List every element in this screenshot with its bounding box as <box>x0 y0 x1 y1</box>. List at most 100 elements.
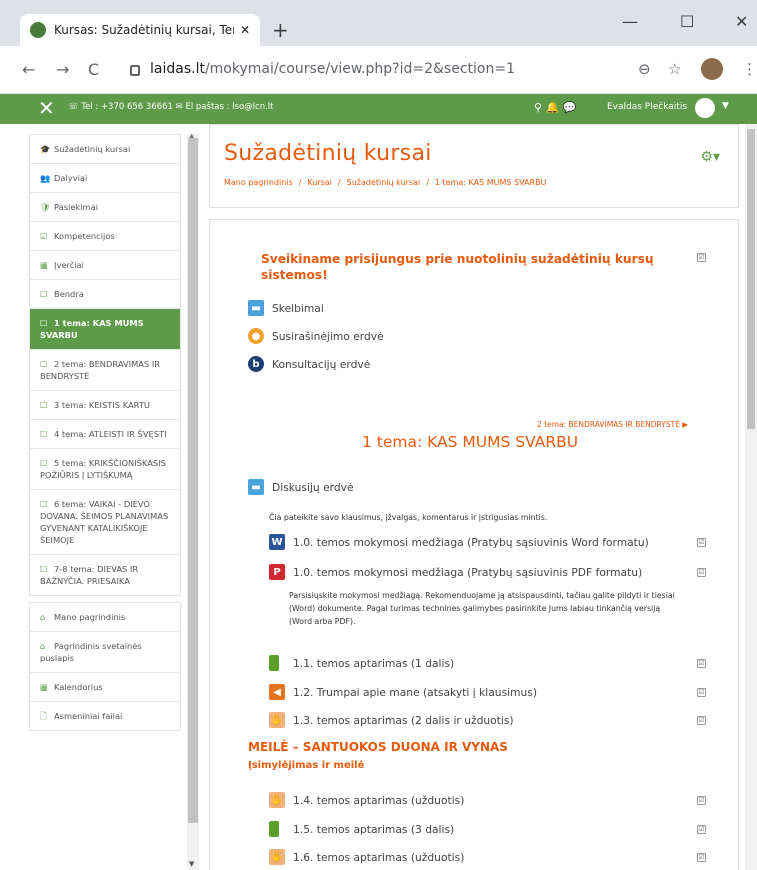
activity-material-pdf[interactable]: P 1.0. temos mokymosi medžiaga (Pratybų s… <box>269 564 642 580</box>
section-title: 1 tema: KAS MUMS SVARBU <box>362 433 579 451</box>
url-input[interactable]: laidas.lt/mokymai/course/view.php?id=2&s… <box>118 54 678 84</box>
gear-icon[interactable]: ⚙▾ <box>700 149 720 165</box>
folder-icon: ☐ <box>40 359 48 369</box>
activity-1-4[interactable]: ✋ 1.4. temos aptarimas (užduotis) <box>269 792 464 808</box>
browser-tab[interactable]: Kursas: Sužadėtinių kursai, Tema: ✕ <box>20 14 260 46</box>
search-notification-message-icons[interactable]: ⚲ 🔔 💬 <box>534 101 576 114</box>
user-avatar[interactable] <box>695 98 715 118</box>
users-icon: 👥 <box>40 173 51 183</box>
sidebar-item-participants[interactable]: 👥 Dalyviai <box>29 164 181 193</box>
sidebar-item-calendar[interactable]: ▦ Kalendorius <box>29 673 181 702</box>
activity-1-6[interactable]: ✋ 1.6. temos aptarimas (užduotis) <box>269 849 464 865</box>
url-path: /mokymai/course/view.php?id=2&section=1 <box>204 61 515 77</box>
zoom-icon[interactable]: ⊖ <box>638 60 651 78</box>
sidebar-item-label: 4 tema: ATLEISTI IR ŠVĘSTI <box>54 429 167 439</box>
user-menu-caret-icon[interactable]: ▼ <box>722 101 729 111</box>
dashboard-icon: ⌂ <box>40 612 46 622</box>
sidebar-item-topic-3[interactable]: ☐ 3 tema: KEISTIS KARTU <box>29 391 181 420</box>
completion-checkbox[interactable]: ☑ <box>697 716 706 725</box>
completion-checkbox[interactable]: ☑ <box>697 568 706 577</box>
sidebar-item-competencies[interactable]: ☑ Kompetencijos <box>29 222 181 251</box>
completion-checkbox[interactable]: ☑ <box>697 825 706 834</box>
close-drawer-icon[interactable]: ✕ <box>38 97 55 119</box>
activity-messaging[interactable]: ● Susirašinėjimo erdvė <box>248 328 384 344</box>
back-button[interactable]: ← <box>22 60 35 79</box>
sidebar-item-general[interactable]: ☐ Bendra <box>29 280 181 309</box>
breadcrumb-topic[interactable]: 1 tema: KAS MUMS SVARBU <box>435 178 547 187</box>
activity-label: 1.0. temos mokymosi medžiaga (Pratybų są… <box>293 565 643 579</box>
browser-menu-icon[interactable]: ⋮ <box>742 60 757 78</box>
activity-1-2[interactable]: ◀ 1.2. Trumpai apie mane (atsakyti į klau… <box>269 684 537 700</box>
bigbluebutton-icon: b <box>248 356 264 372</box>
sidebar-item-private-files[interactable]: 🗋 Asmeniniai failai <box>29 702 181 731</box>
forward-button[interactable]: → <box>56 60 69 79</box>
sidebar-item-label: Kalendorius <box>54 682 103 692</box>
profile-avatar[interactable] <box>701 58 723 80</box>
user-name[interactable]: Evaldas Plečkaitis <box>607 102 687 112</box>
activity-discussion-forum[interactable]: ▬ Diskusijų erdvė <box>248 479 354 495</box>
breadcrumb-course[interactable]: Sužadėtinių kursai <box>347 178 421 187</box>
page-scroll-thumb[interactable] <box>747 129 755 429</box>
sidebar-item-label: Bendra <box>54 289 84 299</box>
tab-close-icon[interactable]: ✕ <box>240 23 250 37</box>
graduation-cap-icon: 🎓 <box>40 144 51 154</box>
completion-checkbox[interactable]: ☑ <box>697 853 706 862</box>
new-tab-button[interactable]: + <box>272 18 289 42</box>
completion-checkbox[interactable]: ☑ <box>697 253 706 262</box>
course-sidebar: 🎓 Sužadėtinių kursai 👥 Dalyviai 🛡 Pasiekima… <box>29 134 181 870</box>
site-top-bar: ✕ ☏ Tel : +370 656 36661 ✉ El paštas : l… <box>0 94 757 124</box>
scroll-down-arrow-icon[interactable]: ▼ <box>189 860 194 868</box>
sidebar-item-topic-7-8[interactable]: ☐ 7-8 tema: DIEVAS IR BAŽNYČIA. PRIESAIKA <box>29 555 181 596</box>
sidebar-item-grades[interactable]: ▦ Įverčiai <box>29 251 181 280</box>
sidebar-scroll-thumb[interactable] <box>188 138 198 823</box>
sidebar-item-course[interactable]: 🎓 Sužadėtinių kursai <box>29 134 181 164</box>
tab-title: Kursas: Sužadėtinių kursai, Tema: <box>54 23 234 37</box>
page-scrollbar[interactable] <box>745 124 757 870</box>
sidebar-item-topic-5[interactable]: ☐ 5 tema: KRIKŠČIONIŠKASIS POŽIŪRIS Į LYT… <box>29 449 181 490</box>
sidebar-scrollbar[interactable]: ▲ ▼ <box>187 132 199 870</box>
completion-checkbox[interactable]: ☑ <box>697 688 706 697</box>
activity-material-word[interactable]: W 1.0. temos mokymosi medžiaga (Pratybų s… <box>269 534 649 550</box>
activity-1-1[interactable]: 1.1. temos aptarimas (1 dalis) <box>269 655 454 671</box>
activity-consultations[interactable]: b Konsultacijų erdvė <box>248 356 370 372</box>
next-section-link[interactable]: 2 tema: BENDRAVIMAS IR BENDRYSTĖ ▶ <box>537 420 688 429</box>
folder-icon: ☐ <box>40 564 48 574</box>
url-host: laidas.lt <box>150 61 205 77</box>
welcome-heading: Sveikiname prisijungus prie nuotolinių s… <box>261 252 654 282</box>
sidebar-item-label: Kompetencijos <box>54 231 115 241</box>
contact-info: ☏ Tel : +370 656 36661 ✉ El paštas : lso… <box>68 102 274 112</box>
breadcrumb-dashboard[interactable]: Mano pagrindinis <box>224 178 293 187</box>
sidebar-item-dashboard[interactable]: ⌂ Mano pagrindinis <box>29 602 181 632</box>
sidebar-item-label: Mano pagrindinis <box>54 612 126 622</box>
bookmark-star-icon[interactable]: ☆ <box>668 60 681 78</box>
sidebar-item-topic-4[interactable]: ☐ 4 tema: ATLEISTI IR ŠVĘSTI <box>29 420 181 449</box>
folder-icon: ☐ <box>40 400 48 410</box>
sidebar-item-topic-2[interactable]: ☐ 2 tema: BENDRAVIMAS IR BENDRYSTĖ <box>29 350 181 391</box>
breadcrumb-courses[interactable]: Kursai <box>307 178 332 187</box>
address-bar-row: ← → C laidas.lt/mokymai/course/view.php?… <box>0 46 757 94</box>
activity-label: Susirašinėjimo erdvė <box>272 329 384 343</box>
breadcrumb: Mano pagrindinis / Kursai / Sužadėtinių kurs… <box>224 178 724 187</box>
breadcrumb-separator: / <box>337 178 341 187</box>
sidebar-item-topic-1[interactable]: ☐ 1 tema: KAS MUMS SVARBU <box>29 309 181 350</box>
maximize-button[interactable]: ☐ <box>680 12 694 31</box>
sidebar-item-label: 3 tema: KEISTIS KARTU <box>54 400 150 410</box>
reload-button[interactable]: C <box>88 60 99 79</box>
sidebar-item-badges[interactable]: 🛡 Pasiekimai <box>29 193 181 222</box>
shield-icon: 🛡 <box>40 202 51 212</box>
subsection-heading: MEILĖ – SANTUOKOS DUONA IR VYNAS <box>248 740 508 754</box>
sidebar-item-label: Asmeniniai failai <box>54 711 123 721</box>
window-close-button[interactable]: ✕ <box>735 12 748 31</box>
completion-checkbox[interactable]: ☑ <box>697 796 706 805</box>
activity-label: Konsultacijų erdvė <box>272 357 371 371</box>
activity-announcements[interactable]: ▬ Skelbimai <box>248 300 324 316</box>
browser-tab-strip: Kursas: Sužadėtinių kursai, Tema: ✕ + — … <box>0 0 757 46</box>
completion-checkbox[interactable]: ☑ <box>697 538 706 547</box>
activity-1-3[interactable]: ✋ 1.3. temos aptarimas (2 dalis ir užduot… <box>269 712 514 728</box>
folder-icon: ☐ <box>40 499 48 509</box>
sidebar-item-topic-6[interactable]: ☐ 6 tema: VAIKAI - DIEVO DOVANA. ŠEIMOS P… <box>29 490 181 555</box>
completion-checkbox[interactable]: ☑ <box>697 659 706 668</box>
minimize-button[interactable]: — <box>622 12 638 31</box>
activity-1-5[interactable]: 1.5. temos aptarimas (3 dalis) <box>269 821 454 837</box>
sidebar-item-site-home[interactable]: ⌂ Pagrindinis svetainės puslapis <box>29 632 181 673</box>
